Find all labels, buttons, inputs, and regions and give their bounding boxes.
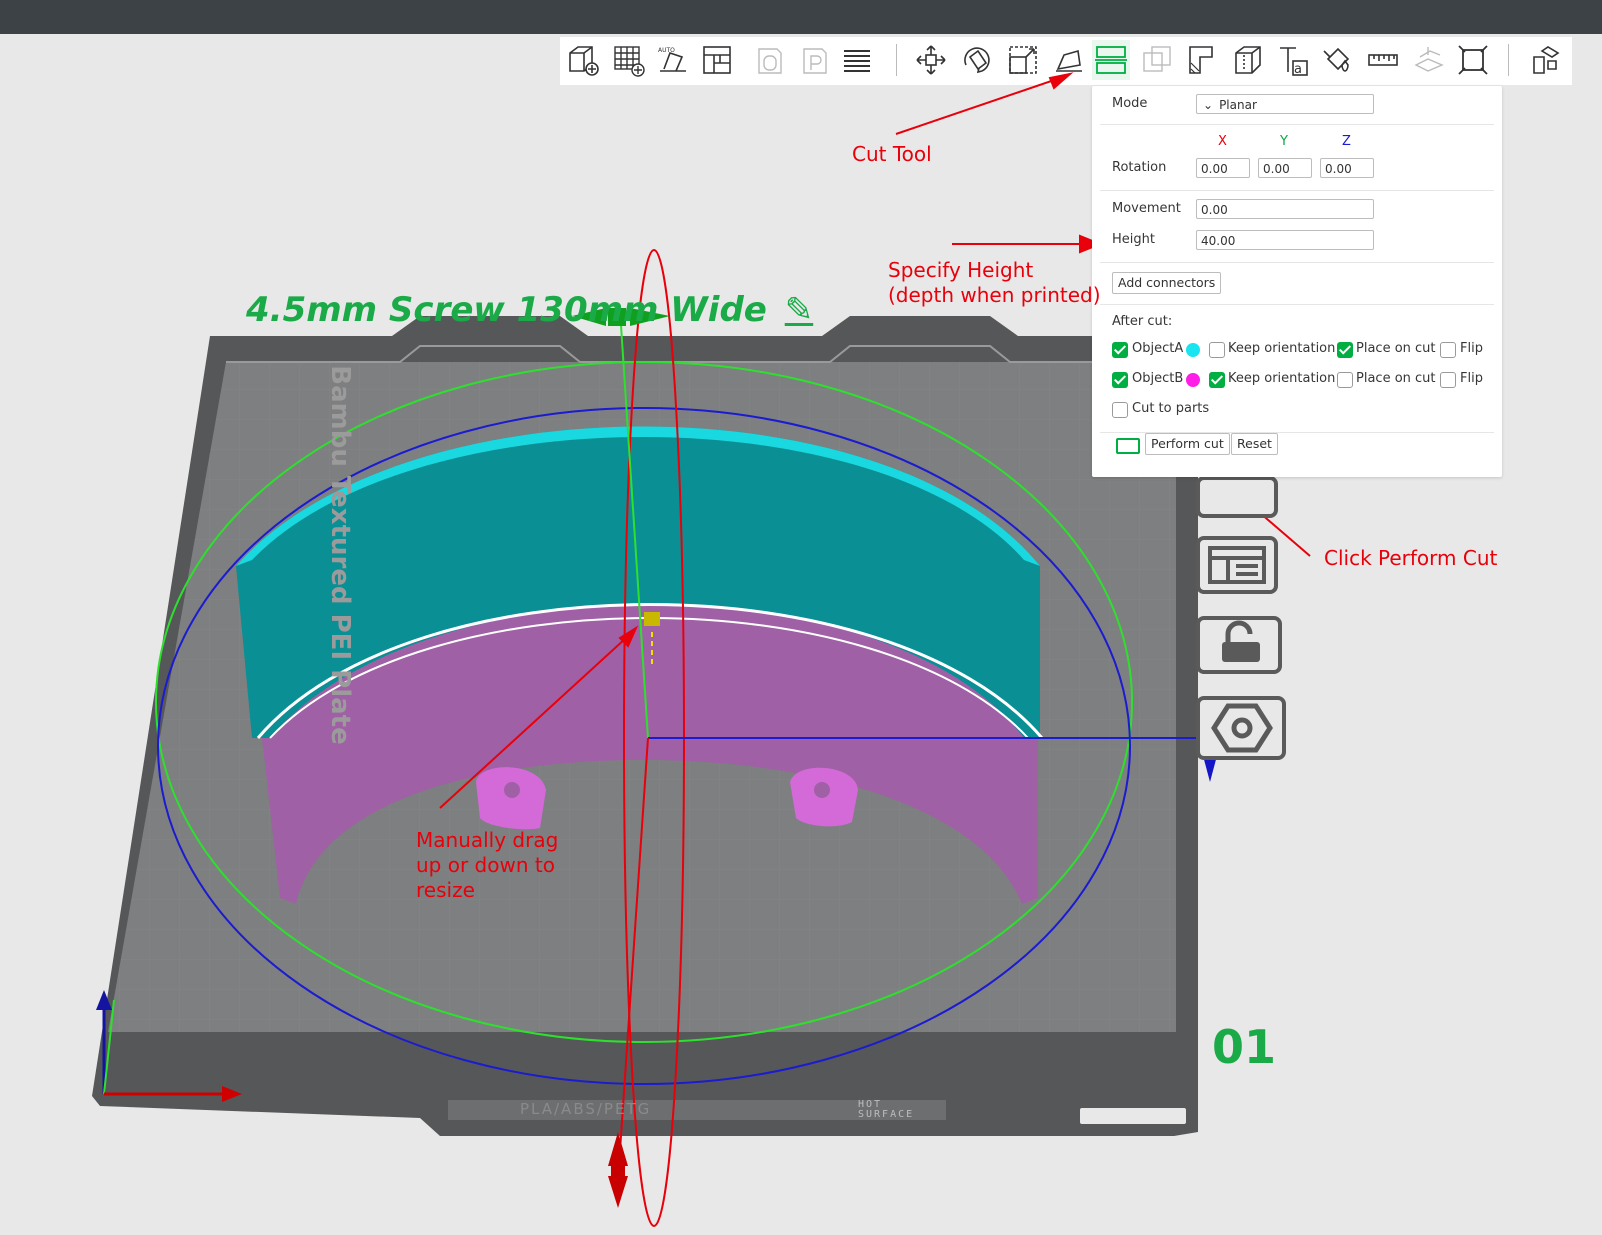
- edit-pencil-icon[interactable]: ✎: [785, 290, 814, 330]
- objectB-checkbox[interactable]: [1112, 372, 1128, 388]
- cut-tool-panel: Mode ⌄ Planar X Y Z Rotation 0.00 0.00 0.…: [1092, 86, 1502, 477]
- keyboard-icon[interactable]: [1116, 438, 1140, 454]
- after-cut-label: After cut:: [1112, 314, 1173, 329]
- annotation-specify-height: Specify Height: [888, 258, 1034, 282]
- mode-value: Planar: [1219, 98, 1257, 112]
- add-connectors-button[interactable]: Add connectors: [1112, 272, 1222, 294]
- plate-number: 01: [1212, 1020, 1277, 1074]
- chevron-down-icon: ⌄: [1203, 98, 1214, 112]
- objectB-place-on-cut-checkbox[interactable]: [1337, 372, 1353, 388]
- mode-select[interactable]: ⌄ Planar: [1196, 94, 1374, 114]
- objectA-flip-checkbox[interactable]: [1440, 342, 1456, 358]
- objectA-label: ObjectA: [1132, 341, 1184, 356]
- divider: [1100, 262, 1494, 263]
- cut-plane-handle: [644, 612, 660, 626]
- divider: [1100, 190, 1494, 191]
- annotation-cut-tool: Cut Tool: [852, 142, 932, 166]
- cut-to-parts-checkbox[interactable]: [1112, 402, 1128, 418]
- arrange-layout-icon[interactable]: [1196, 536, 1278, 594]
- objectB-place-on-cut-label: Place on cut: [1356, 371, 1436, 386]
- height-input[interactable]: 40.00: [1196, 230, 1374, 250]
- axis-y-label: Y: [1280, 134, 1288, 149]
- objectB-keep-orientation-label: Keep orientation: [1228, 371, 1336, 386]
- side-panel-icon[interactable]: [1196, 476, 1278, 518]
- axis-z-label: Z: [1342, 134, 1351, 149]
- objectA-place-on-cut-checkbox[interactable]: [1337, 342, 1353, 358]
- movement-input[interactable]: 0.00: [1196, 199, 1374, 219]
- divider: [1100, 124, 1494, 125]
- rotation-y-input[interactable]: 0.00: [1258, 158, 1312, 178]
- annotation-click-perform: Click Perform Cut: [1324, 546, 1498, 570]
- annotation-drag-3: resize: [416, 878, 475, 902]
- perform-cut-button[interactable]: Perform cut: [1145, 433, 1230, 455]
- objectB-color-dot: [1186, 373, 1200, 387]
- objectB-flip-label: Flip: [1460, 371, 1483, 386]
- plate-tab: [1080, 1108, 1186, 1124]
- objectA-color-dot: [1186, 343, 1200, 357]
- divider: [1100, 304, 1494, 305]
- reset-button[interactable]: Reset: [1231, 433, 1278, 455]
- objectA-flip-label: Flip: [1460, 341, 1483, 356]
- object-name-text: 4.5mm Screw 130mm Wide: [246, 290, 767, 330]
- objectA-keep-orientation-checkbox[interactable]: [1209, 342, 1225, 358]
- plate-brand-text: Bambu Textured PEI Plate: [324, 365, 355, 745]
- mode-label: Mode: [1112, 96, 1148, 111]
- objectA-checkbox[interactable]: [1112, 342, 1128, 358]
- objectA-place-on-cut-label: Place on cut: [1356, 341, 1436, 356]
- annotation-depth: (depth when printed): [888, 283, 1101, 307]
- annotation-drag-1: Manually drag: [416, 828, 559, 852]
- object-name-label[interactable]: 4.5mm Screw 130mm Wide ✎: [246, 290, 813, 330]
- settings-icon[interactable]: [1196, 696, 1286, 760]
- objectB-flip-checkbox[interactable]: [1440, 372, 1456, 388]
- plate-footer-text: PLA/ABS/PETG: [520, 1100, 652, 1118]
- objectA-keep-orientation-label: Keep orientation: [1228, 341, 1336, 356]
- rotation-label: Rotation: [1112, 160, 1167, 175]
- axis-x-label: X: [1218, 134, 1227, 149]
- mount-tab-left: [476, 767, 546, 830]
- annotation-drag-2: up or down to: [416, 853, 555, 877]
- rotation-x-input[interactable]: 0.00: [1196, 158, 1250, 178]
- cut-to-parts-label: Cut to parts: [1132, 401, 1210, 416]
- lock-icon[interactable]: [1196, 616, 1282, 674]
- objectB-label: ObjectB: [1132, 371, 1184, 386]
- movement-label: Movement: [1112, 201, 1181, 216]
- hot-surface-text: HOT SURFACE: [858, 1099, 915, 1120]
- title-bar: [0, 0, 1602, 34]
- objectB-keep-orientation-checkbox[interactable]: [1209, 372, 1225, 388]
- rotation-z-input[interactable]: 0.00: [1320, 158, 1374, 178]
- height-label: Height: [1112, 232, 1155, 247]
